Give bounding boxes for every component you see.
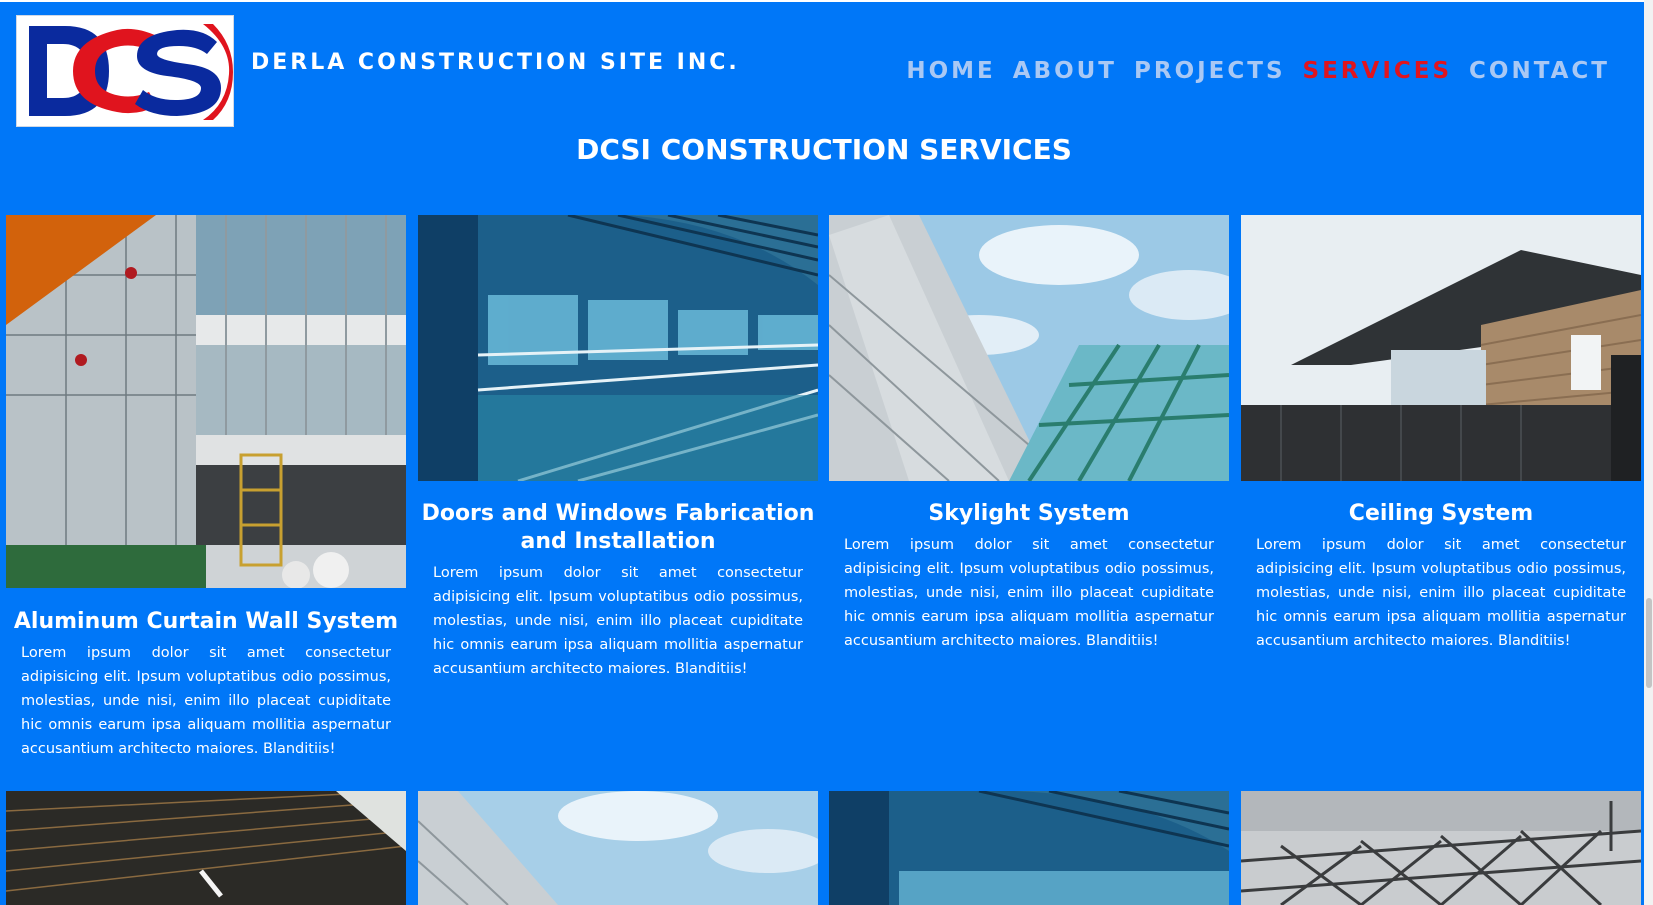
service-title: Skylight System [928,501,1130,526]
logo-s-shape [135,29,221,116]
nav-services[interactable]: SERVICES [1303,58,1453,84]
site-logo[interactable] [16,15,234,127]
doors-windows-photo [418,215,818,481]
nav-contact[interactable]: CONTACT [1469,58,1610,84]
site-header: DERLA CONSTRUCTION SITE INC. HOME ABOUT … [0,0,1640,140]
service-description: Lorem ipsum dolor sit amet consectetur a… [1256,537,1626,649]
nav-about[interactable]: ABOUT [1013,58,1117,84]
project-photo-steel-frame [1241,791,1641,905]
scrollbar-thumb[interactable] [1646,598,1652,688]
ceiling-photo [1241,215,1641,481]
service-title: Doors and Windows Fabrication and Instal… [421,501,815,554]
page-title: DCSI CONSTRUCTION SERVICES [576,133,1072,166]
skylight-photo [829,215,1229,481]
project-photo-sky-roof [418,791,818,905]
service-description: Lorem ipsum dolor sit amet consectetur a… [433,565,803,677]
project-photo-glass-walkway [829,791,1229,905]
page-scrollbar[interactable] [1644,0,1653,905]
service-card-doors-windows: Doors and Windows Fabrication and Instal… [418,215,818,681]
service-card-ceiling: Ceiling System Lorem ipsum dolor sit ame… [1241,215,1641,653]
main-nav: HOME ABOUT PROJECTS SERVICES CONTACT [906,58,1610,84]
project-photo-ceiling-dark [6,791,406,905]
service-card-skylight: Skylight System Lorem ipsum dolor sit am… [829,215,1229,653]
nav-home[interactable]: HOME [906,58,995,84]
service-title: Ceiling System [1348,501,1534,526]
service-card-curtain-wall: Aluminum Curtain Wall System Lorem ipsum… [6,215,406,761]
brand-name: DERLA CONSTRUCTION SITE INC. [251,50,740,75]
service-title: Aluminum Curtain Wall System [13,609,399,634]
nav-projects[interactable]: PROJECTS [1134,58,1286,84]
service-description: Lorem ipsum dolor sit amet consectetur a… [21,645,391,757]
service-description: Lorem ipsum dolor sit amet consectetur a… [844,537,1214,649]
curtain-wall-photo [6,215,406,588]
